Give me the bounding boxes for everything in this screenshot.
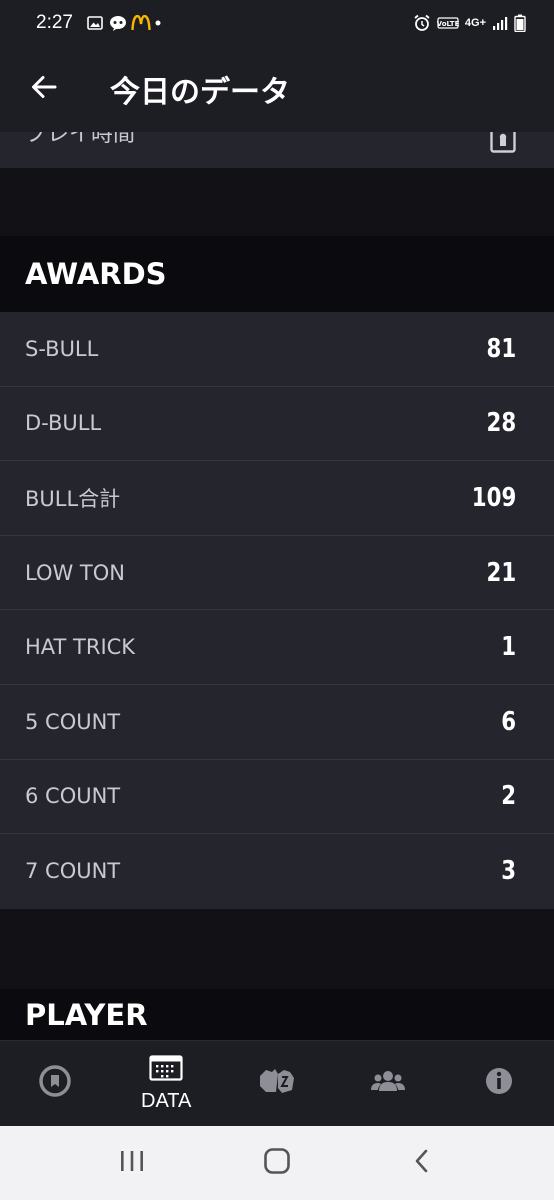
nav-item-versus[interactable] [222,1041,333,1126]
friends-icon [370,1070,405,1097]
recents-button[interactable] [102,1138,162,1188]
award-value: 6 [501,706,516,737]
award-label: BULL合計 [25,486,121,511]
section-spacer [0,909,554,989]
bottom-nav: DATA [0,1040,554,1126]
status-bar: 2:27 VoLTE 4G+ [0,0,554,46]
award-value: 1 [501,632,516,663]
section-spacer [0,168,554,236]
table-row[interactable]: S-BULL 81 [0,312,554,387]
home-icon [263,1147,291,1180]
page-title: 今日のデータ [110,75,290,110]
nav-item-data[interactable]: DATA [111,1041,222,1126]
table-row[interactable]: LOW TON 21 [0,536,554,611]
system-back-button[interactable] [392,1138,452,1188]
table-row[interactable]: 6 COUNT 2 [0,760,554,835]
table-row[interactable]: BULL合計 109 [0,461,554,536]
svg-text:VoLTE: VoLTE [437,20,459,28]
award-label: 6 COUNT [25,784,121,809]
nav-item-info[interactable] [443,1041,554,1126]
awards-list: S-BULL 81 D-BULL 28 BULL合計 109 LOW TON 2… [0,312,554,909]
recents-icon [119,1149,145,1178]
award-value: 81 [486,333,516,364]
award-value: 3 [501,856,516,887]
award-label: HAT TRICK [25,635,136,660]
status-system-icons: VoLTE 4G+ [413,14,526,33]
award-label: D-BULL [25,411,102,436]
section-title-awards: AWARDS [0,236,554,312]
section-title-player: PLAYER [0,989,554,1040]
table-row[interactable]: 5 COUNT 6 [0,685,554,760]
award-value: 21 [486,557,516,588]
list-item-label: プレイ時間 [25,132,136,147]
versus-icon [258,1066,296,1101]
chat-icon [109,15,126,31]
award-label: 7 COUNT [25,859,121,884]
status-time: 2:27 [36,12,73,33]
arrow-left-icon [29,72,59,107]
alarm-icon [413,14,431,32]
app-header: 今日のデータ [0,46,554,132]
table-row[interactable]: HAT TRICK 1 [0,610,554,685]
battery-icon [514,14,526,33]
info-icon [485,1067,513,1100]
table-row[interactable]: D-BULL 28 [0,387,554,462]
gallery-icon [87,15,103,31]
award-label: 5 COUNT [25,709,121,734]
network-type: 4G+ [464,17,486,29]
award-value: 28 [486,408,516,439]
award-value: 2 [501,781,516,812]
mcdonalds-icon [131,14,151,31]
status-notification-icons [87,14,163,31]
nav-label: DATA [141,1089,192,1112]
nav-item-dartboard[interactable] [0,1041,111,1126]
signal-icon [492,15,508,31]
award-value: 109 [471,482,516,513]
award-label: S-BULL [25,336,99,361]
dartboard-icon [38,1064,72,1103]
nav-item-friends[interactable] [332,1041,443,1126]
home-button[interactable] [247,1138,307,1188]
table-row[interactable]: 7 COUNT 3 [0,834,554,909]
system-nav [0,1126,554,1200]
award-label: LOW TON [25,560,125,585]
lock-icon [490,132,516,159]
calendar-icon [149,1054,183,1086]
back-icon [412,1148,432,1179]
list-item[interactable]: プレイ時間 [0,132,554,168]
back-button[interactable] [14,59,74,119]
volte-icon: VoLTE [437,15,459,31]
dot-icon [153,15,163,31]
